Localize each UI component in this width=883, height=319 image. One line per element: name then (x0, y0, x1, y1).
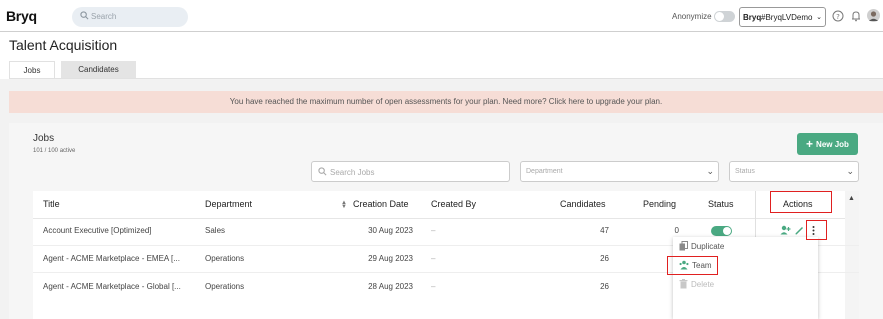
tab-jobs[interactable]: Jobs (9, 61, 55, 79)
jobs-active-count: 101 / 100 active (33, 148, 76, 154)
column-header-pending[interactable]: Pending (643, 199, 676, 209)
column-header-creation-date[interactable]: Creation Date (353, 199, 409, 209)
chevron-down-icon: ⌄ (706, 166, 714, 176)
column-header-status[interactable]: Status (708, 199, 734, 209)
search-jobs-input[interactable]: Search Jobs (311, 161, 510, 182)
page-title: Talent Acquisition (9, 37, 118, 53)
anonymize-toggle[interactable] (714, 11, 735, 22)
more-options-highlight (806, 220, 827, 240)
menu-item-delete[interactable]: Delete (679, 279, 714, 289)
row-department: Operations (205, 254, 245, 263)
header-divider (33, 218, 859, 219)
menu-item-label: Delete (691, 280, 715, 289)
global-search-input[interactable]: Search (72, 7, 188, 27)
account-brand: Bryq (743, 13, 762, 22)
menu-item-label: Duplicate (691, 242, 725, 251)
team-item-highlight (667, 256, 718, 275)
column-header-title[interactable]: Title (43, 199, 60, 209)
search-icon (318, 167, 327, 176)
plus-icon: + (806, 137, 814, 151)
edit-icon[interactable] (795, 226, 804, 235)
row-creation-date: 29 Aug 2023 (368, 254, 413, 263)
account-name: #BryqLVDemo (761, 13, 813, 22)
actions-header-highlight (770, 191, 832, 213)
logo[interactable]: Bryq (6, 8, 37, 24)
sort-icon[interactable]: ▲ ▼ (341, 200, 347, 210)
top-bar: Bryq Search Anonymize Bryq #BryqLVDemo ⌄… (0, 0, 883, 32)
row-title[interactable]: Agent - ACME Marketplace - EMEA [... (43, 254, 180, 263)
row-created-by: – (431, 254, 436, 263)
avatar[interactable] (867, 9, 880, 22)
search-jobs-placeholder: Search Jobs (330, 168, 375, 177)
chevron-down-icon: ⌄ (846, 166, 854, 176)
table-scrollbar[interactable]: ▲ (845, 191, 859, 319)
new-job-button[interactable]: + New Job (797, 133, 858, 155)
bell-icon[interactable] (850, 10, 862, 22)
search-placeholder: Search (91, 12, 117, 21)
row-department: Operations (205, 282, 245, 291)
status-select[interactable]: Status ⌄ (729, 161, 859, 182)
row-candidates: 26 (600, 254, 609, 263)
row-created-by: – (431, 226, 436, 235)
scroll-up-icon[interactable]: ▲ (848, 195, 855, 202)
row-candidates: 47 (600, 226, 609, 235)
row-title[interactable]: Agent - ACME Marketplace - Global [... (43, 282, 181, 291)
add-user-icon[interactable] (780, 225, 791, 235)
chevron-down-icon: ⌄ (816, 14, 822, 21)
row-creation-date: 30 Aug 2023 (368, 226, 413, 235)
column-header-created-by[interactable]: Created By (431, 199, 476, 209)
row-candidates: 26 (600, 282, 609, 291)
tab-candidates[interactable]: Candidates (61, 61, 136, 79)
department-placeholder: Department (526, 168, 563, 175)
toggle-knob (715, 12, 724, 21)
jobs-heading: Jobs (33, 133, 55, 144)
row-created-by: – (431, 282, 436, 291)
account-selector[interactable]: Bryq #BryqLVDemo ⌄ (739, 7, 826, 27)
department-select[interactable]: Department ⌄ (520, 161, 719, 182)
new-job-label: New Job (816, 140, 849, 149)
status-toggle[interactable] (711, 226, 732, 236)
trash-icon (679, 279, 688, 289)
row-pending: 0 (674, 226, 679, 235)
row-department: Sales (205, 226, 226, 235)
duplicate-icon (679, 241, 688, 251)
status-placeholder: Status (735, 168, 755, 175)
search-icon (80, 11, 89, 20)
column-header-department[interactable]: Department (205, 199, 252, 209)
svg-text:?: ? (836, 13, 840, 21)
toggle-knob (723, 227, 731, 235)
upgrade-banner[interactable]: You have reached the maximum number of o… (9, 91, 883, 113)
menu-item-duplicate[interactable]: Duplicate (679, 241, 724, 251)
anonymize-label: Anonymize (672, 12, 712, 21)
row-creation-date: 28 Aug 2023 (368, 282, 413, 291)
help-icon[interactable]: ? (832, 10, 844, 22)
column-header-candidates[interactable]: Candidates (560, 199, 606, 209)
row-title[interactable]: Account Executive [Optimized] (43, 226, 152, 235)
